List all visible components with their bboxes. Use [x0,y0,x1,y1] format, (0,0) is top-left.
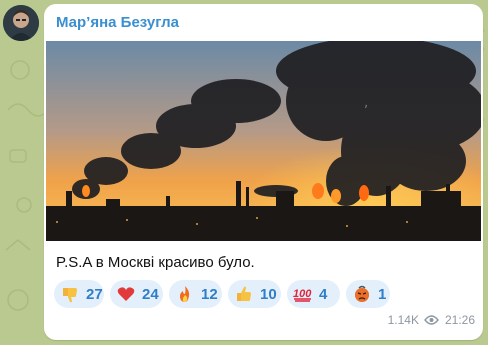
reaction-count: 1 [378,285,387,303]
reaction-fire[interactable]: 12 [169,280,222,308]
hundred-points-icon: 100 [293,284,313,304]
red-heart-icon [116,284,136,304]
message-text: P.S.A в Москві красиво було. [56,254,255,271]
reaction-angry-face[interactable]: 1 [346,280,390,308]
message-time: 21:26 [444,313,475,327]
reaction-count: 4 [319,285,328,303]
reaction-hundred-points[interactable]: 100 4 [287,280,340,308]
message-photo[interactable] [46,41,481,241]
thumbs-up-icon [234,284,254,304]
avatar-portrait [3,5,39,41]
author-name[interactable]: Мар’яна Безугла [56,14,179,31]
reaction-count: 12 [201,285,218,303]
sunset-fire-photo [46,41,481,241]
reaction-count: 10 [260,285,277,303]
reaction-count: 27 [86,285,103,303]
reaction-thumbs-up[interactable]: 10 [228,280,281,308]
reaction-thumbs-down[interactable]: 27 [54,280,104,308]
message-bubble: Мар’яна Безугла P.S.A в Москві красиво б… [44,4,483,340]
reaction-red-heart[interactable]: 24 [110,280,163,308]
view-count: 1.14K [387,313,419,327]
thumbs-down-icon [60,284,80,304]
reaction-count: 24 [142,285,159,303]
author-avatar[interactable] [3,5,39,41]
eye-icon [424,315,439,325]
fire-icon [175,284,195,304]
message-meta: 1.14K 21:26 [388,313,475,327]
svg-text:100: 100 [293,288,312,300]
angry-face-icon [352,284,372,304]
